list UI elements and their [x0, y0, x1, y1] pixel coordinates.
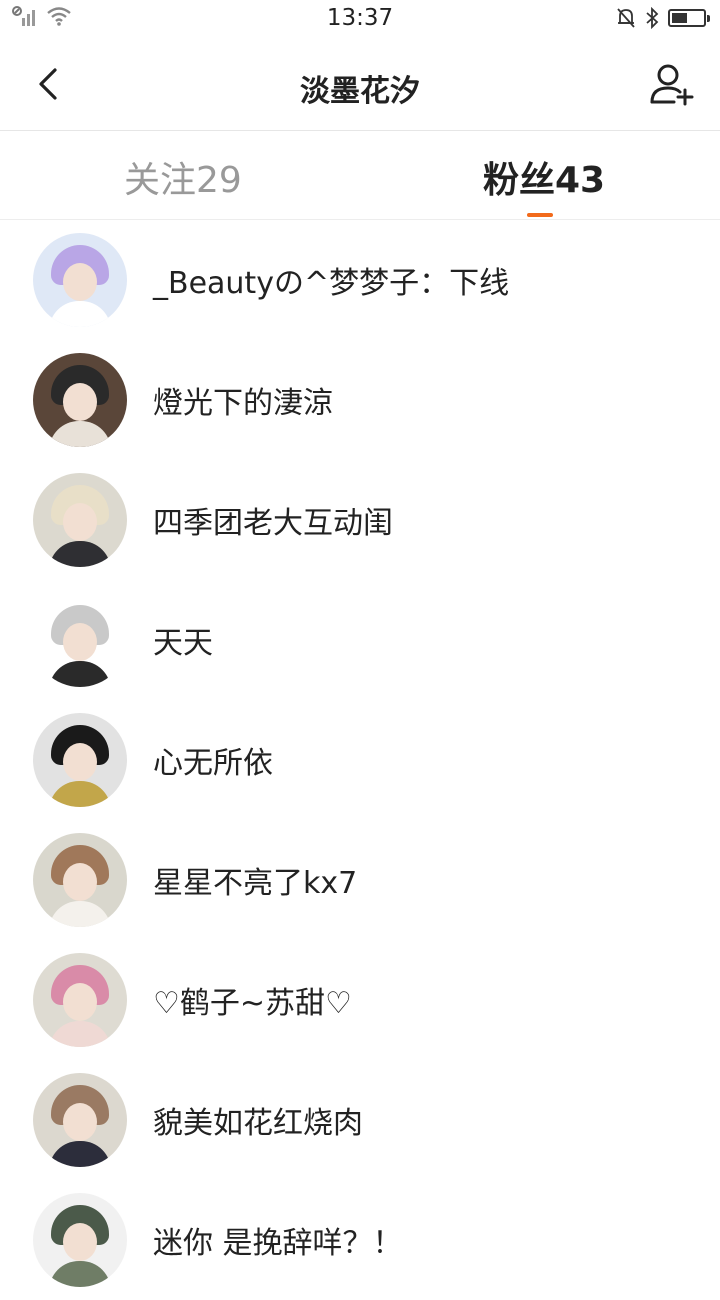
fan-name: ♡鹤子~苏甜♡: [153, 986, 352, 1021]
fan-name: 貌美如花红烧肉: [153, 1106, 363, 1141]
fan-name: _Beautyの^梦梦子：下线: [153, 266, 510, 301]
fan-name: 天天: [153, 626, 213, 661]
fan-name: 燈光下的淒涼: [153, 386, 333, 421]
fan-name: 四季团老大互动闺: [153, 506, 393, 541]
avatar[interactable]: [33, 833, 127, 927]
fans-list: _Beautyの^梦梦子：下线 燈光下的淒涼 四季团老大互动闺 天天 心无所依 …: [0, 220, 720, 1300]
battery-icon: [668, 9, 710, 27]
mute-bell-icon: [617, 8, 635, 28]
tab-fans[interactable]: 粉丝43: [483, 151, 605, 203]
list-item[interactable]: 心无所依: [0, 700, 720, 820]
list-item[interactable]: 燈光下的淒涼: [0, 340, 720, 460]
fan-name: 心无所依: [153, 746, 273, 781]
battery-level: [672, 13, 687, 23]
avatar[interactable]: [33, 1193, 127, 1287]
list-item[interactable]: 迷你 是挽辞咩？！: [0, 1180, 720, 1300]
status-time: 13:37: [326, 5, 394, 31]
list-item[interactable]: ♡鹤子~苏甜♡: [0, 940, 720, 1060]
add-user-icon[interactable]: [648, 60, 696, 108]
fan-name: 星星不亮了kx7: [153, 866, 358, 901]
tab-following[interactable]: 关注29: [124, 151, 242, 203]
avatar[interactable]: [33, 713, 127, 807]
active-tab-indicator: [527, 213, 553, 217]
avatar[interactable]: [33, 353, 127, 447]
tab-bar: 关注29 粉丝43: [0, 131, 720, 220]
avatar[interactable]: [33, 953, 127, 1047]
avatar[interactable]: [33, 593, 127, 687]
list-item[interactable]: 天天: [0, 580, 720, 700]
list-item[interactable]: 星星不亮了kx7: [0, 820, 720, 940]
list-item[interactable]: 貌美如花红烧肉: [0, 1060, 720, 1180]
page-title: 淡墨花汐: [300, 74, 420, 109]
status-right: [616, 7, 710, 29]
list-item[interactable]: 四季团老大互动闺: [0, 460, 720, 580]
avatar[interactable]: [33, 233, 127, 327]
nav-bar: 淡墨花汐: [0, 38, 720, 131]
status-bar: 13:37: [0, 0, 720, 38]
bluetooth-icon: [646, 7, 659, 29]
list-item[interactable]: _Beautyの^梦梦子：下线: [0, 220, 720, 340]
avatar[interactable]: [33, 1073, 127, 1167]
avatar[interactable]: [33, 473, 127, 567]
fan-name: 迷你 是挽辞咩？！: [153, 1226, 403, 1261]
